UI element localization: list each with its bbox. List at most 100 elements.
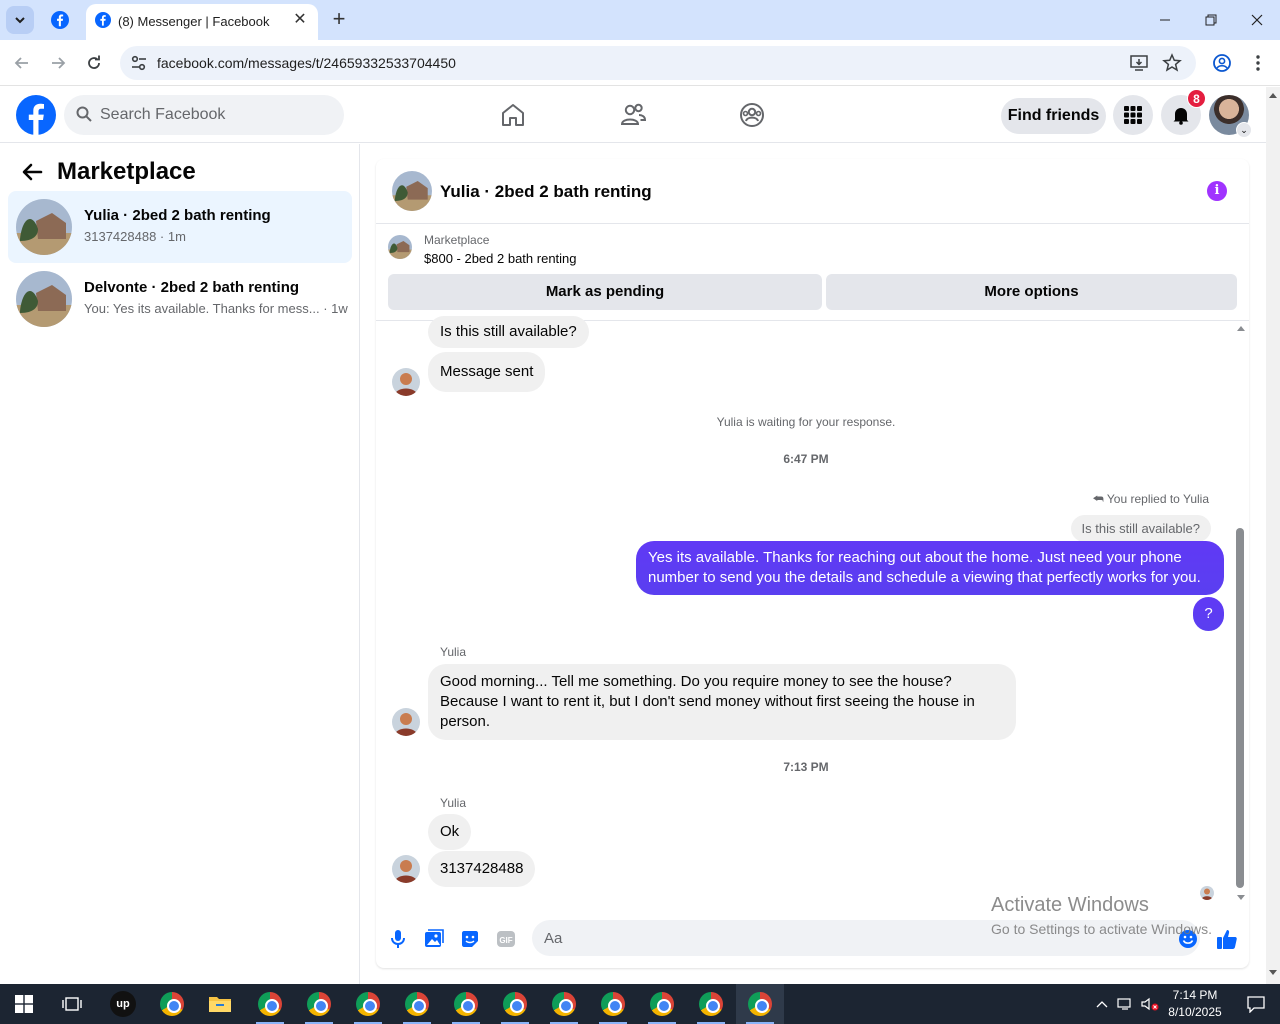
volume-button[interactable] [1138, 984, 1162, 1024]
taskbar-chrome-window[interactable] [295, 984, 343, 1024]
task-view-button[interactable] [48, 984, 96, 1024]
message-bubble-incoming: Is this still available? [428, 316, 589, 348]
taskbar-chrome-window[interactable] [442, 984, 490, 1024]
sticker-button[interactable] [458, 927, 482, 951]
close-tab-icon[interactable]: ✕ [290, 10, 310, 30]
account-avatar[interactable]: ⌄ [1209, 95, 1252, 138]
reply-context: ⮪ You replied to Yulia [1093, 492, 1209, 507]
facebook-icon [95, 12, 111, 28]
close-window-button[interactable] [1234, 0, 1280, 40]
taskbar-file-explorer[interactable] [196, 984, 244, 1024]
facebook-header: Search Facebook Find friends [0, 87, 1266, 143]
marketplace-sidebar: Marketplace Yulia · 2bed 2 bath renting … [0, 144, 360, 984]
sticker-icon [462, 931, 478, 947]
profile-button[interactable] [1208, 49, 1236, 77]
taskbar-chrome-window[interactable] [638, 984, 686, 1024]
voice-clip-button[interactable] [386, 927, 410, 951]
show-hidden-icons-button[interactable] [1090, 984, 1114, 1024]
minimize-button[interactable] [1142, 0, 1188, 40]
contact-avatar[interactable] [392, 855, 420, 883]
conversation-item-yulia[interactable]: Yulia · 2bed 2 bath renting 3137428488 ·… [8, 191, 352, 263]
network-button[interactable] [1114, 984, 1138, 1024]
activate-windows-watermark: Activate Windows Go to Settings to activ… [991, 894, 1212, 937]
upwork-icon: up [110, 991, 136, 1017]
contact-avatar[interactable] [392, 368, 420, 396]
replied-message-quote[interactable]: Is this still available? [1070, 515, 1211, 542]
taskbar-chrome-window[interactable] [540, 984, 588, 1024]
message-bubble-outgoing: Yes its available. Thanks for reaching o… [636, 541, 1224, 595]
groups-icon[interactable] [738, 101, 766, 129]
new-tab-button[interactable]: + [327, 8, 351, 32]
notification-center-button[interactable] [1232, 984, 1280, 1024]
chrome-icon [258, 992, 282, 1016]
page-scrollbar[interactable] [1266, 87, 1280, 984]
chat-title[interactable]: Yulia · 2bed 2 bath renting [440, 182, 652, 202]
facebook-logo-icon[interactable] [16, 95, 56, 135]
like-button[interactable] [1215, 927, 1239, 951]
find-friends-button[interactable]: Find friends [1001, 98, 1106, 134]
menu-button[interactable] [1113, 95, 1153, 135]
restore-icon [1205, 14, 1217, 26]
taskbar-chrome-window[interactable] [687, 984, 735, 1024]
browser-toolbar: facebook.com/messages/t/2465933253370445… [0, 40, 1280, 86]
scroll-up-icon[interactable] [1236, 324, 1246, 332]
attach-photo-button[interactable] [422, 927, 446, 951]
arrow-left-icon[interactable] [20, 160, 44, 184]
tab-search-button[interactable] [6, 6, 34, 34]
site-info-icon[interactable] [130, 54, 148, 72]
address-bar[interactable]: facebook.com/messages/t/2465933253370445… [120, 46, 1196, 80]
scroll-up-icon[interactable] [1268, 91, 1278, 99]
kebab-menu-icon [1256, 55, 1260, 71]
task-view-icon [62, 997, 82, 1011]
home-icon[interactable] [499, 101, 527, 129]
taskbar-chrome-window[interactable] [393, 984, 441, 1024]
chat-bubble-icon [1247, 996, 1265, 1013]
conversation-name: Yulia · 2bed 2 bath renting [84, 207, 271, 224]
reload-button[interactable] [80, 49, 108, 77]
back-button[interactable] [8, 49, 36, 77]
taskbar-chrome-window[interactable] [344, 984, 392, 1024]
chrome-icon [552, 992, 576, 1016]
more-options-button[interactable]: More options [826, 274, 1237, 310]
chrome-icon [405, 992, 429, 1016]
restore-button[interactable] [1188, 0, 1234, 40]
star-icon[interactable] [1162, 53, 1182, 73]
chrome-icon [699, 992, 723, 1016]
gif-button[interactable]: GIF [494, 927, 518, 951]
start-button[interactable] [0, 984, 48, 1024]
search-facebook-input[interactable]: Search Facebook [64, 95, 344, 135]
message-bubble-incoming: Message sent [428, 352, 546, 392]
clock-date: 8/10/2025 [1168, 1005, 1222, 1019]
browser-menu-button[interactable] [1244, 49, 1272, 77]
message-scrollbar[interactable] [1236, 322, 1249, 912]
chrome-icon [356, 992, 380, 1016]
taskbar-clock[interactable]: 7:14 PM 8/10/2025 [1163, 987, 1227, 1021]
info-icon[interactable]: i [1207, 181, 1227, 201]
chat-listing-thumbnail[interactable] [392, 171, 432, 211]
scrollbar-thumb[interactable] [1236, 528, 1244, 888]
account-circle-icon [1213, 54, 1231, 72]
friends-icon[interactable] [619, 101, 647, 129]
contact-avatar[interactable] [392, 708, 420, 736]
taskbar-chrome-window[interactable] [589, 984, 637, 1024]
scroll-down-icon[interactable] [1236, 894, 1246, 902]
message-bubble-incoming: Good morning... Tell me something. Do yo… [428, 664, 1016, 740]
clock-time: 7:14 PM [1172, 988, 1218, 1002]
tab-messenger[interactable]: (8) Messenger | Facebook ✕ [86, 4, 318, 40]
taskbar-chrome-window[interactable] [246, 984, 294, 1024]
install-app-icon[interactable] [1129, 53, 1149, 73]
listing-price[interactable]: $800 - 2bed 2 bath renting [424, 251, 577, 266]
conversation-item-delvonte[interactable]: Delvonte · 2bed 2 bath renting You: Yes … [8, 263, 352, 335]
arrow-right-icon [52, 57, 66, 69]
taskbar-chrome-window-active[interactable] [736, 984, 784, 1024]
chevron-down-icon [15, 17, 25, 24]
taskbar-chrome-profile[interactable] [148, 984, 196, 1024]
forward-button[interactable] [44, 49, 72, 77]
conversation-preview: You: Yes its available. Thanks for mess.… [84, 301, 348, 316]
search-placeholder: Search Facebook [100, 106, 226, 123]
mark-as-pending-button[interactable]: Mark as pending [388, 274, 822, 310]
taskbar-upwork[interactable]: up [99, 984, 147, 1024]
scroll-down-icon[interactable] [1268, 969, 1278, 977]
taskbar-chrome-window[interactable] [491, 984, 539, 1024]
pinned-tab-facebook[interactable] [48, 10, 72, 30]
